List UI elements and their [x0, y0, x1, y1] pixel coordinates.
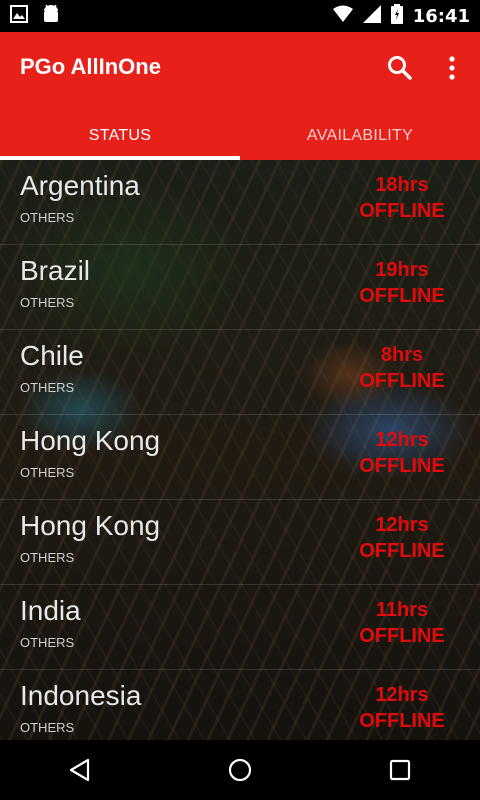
status-label: OFFLINE — [359, 285, 445, 307]
country-name: Brazil — [20, 255, 91, 286]
region-label: OTHERS — [20, 550, 75, 565]
back-icon[interactable] — [50, 740, 110, 800]
list-item[interactable]: Hong Kong OTHERS 12hrs OFFLINE — [0, 500, 480, 585]
search-icon[interactable] — [386, 54, 414, 82]
list-item[interactable]: Hong Kong OTHERS 12hrs OFFLINE — [0, 415, 480, 500]
server-list: Argentina OTHERS 18hrs OFFLINE Brazil OT… — [0, 160, 480, 740]
tab-bar: STATUS AVAILABILITY — [0, 112, 480, 160]
android-icon — [42, 4, 60, 29]
navigation-bar — [0, 740, 480, 800]
status-label: OFFLINE — [359, 455, 445, 477]
list-item[interactable]: Brazil OTHERS 19hrs OFFLINE — [0, 245, 480, 330]
list-item[interactable]: Argentina OTHERS 18hrs OFFLINE — [0, 160, 480, 245]
country-name: India — [20, 595, 81, 626]
region-label: OTHERS — [20, 380, 75, 395]
status-label: OFFLINE — [359, 370, 445, 392]
region-label: OTHERS — [20, 720, 75, 735]
tab-availability[interactable]: AVAILABILITY — [240, 112, 480, 160]
country-name: Hong Kong — [20, 510, 161, 541]
country-name: Hong Kong — [20, 425, 161, 456]
home-icon[interactable] — [210, 740, 270, 800]
region-label: OTHERS — [20, 635, 75, 650]
hours-label: 8hrs — [380, 344, 424, 366]
clock: 16:41 — [412, 5, 470, 27]
hours-label: 12hrs — [375, 514, 429, 536]
app-title: PGo AllInOne — [20, 54, 161, 79]
status-label: OFFLINE — [359, 200, 445, 222]
country-name: Indonesia — [20, 680, 142, 711]
list-item[interactable]: Chile OTHERS 8hrs OFFLINE — [0, 330, 480, 415]
country-name: Chile — [20, 340, 84, 371]
region-label: OTHERS — [20, 295, 75, 310]
more-options-icon[interactable] — [440, 54, 464, 82]
status-label: OFFLINE — [359, 710, 445, 732]
country-name: Argentina — [20, 170, 140, 201]
hours-label: 12hrs — [375, 429, 429, 451]
app-bar: PGo AllInOne STATUS AVAILABILITY — [0, 32, 480, 160]
wifi-icon — [332, 5, 353, 28]
battery-icon — [390, 3, 403, 29]
list-item[interactable]: Indonesia OTHERS 12hrs OFFLINE — [0, 670, 480, 740]
hours-label: 18hrs — [375, 174, 429, 196]
image-icon — [10, 4, 28, 28]
signal-icon — [362, 4, 381, 28]
status-label: OFFLINE — [359, 540, 445, 562]
status-bar: 16:41 — [0, 0, 480, 32]
hours-label: 19hrs — [375, 259, 429, 281]
region-label: OTHERS — [20, 465, 75, 480]
recents-icon[interactable] — [370, 740, 430, 800]
status-label: OFFLINE — [359, 625, 445, 647]
hours-label: 12hrs — [375, 684, 429, 706]
list-item[interactable]: India OTHERS 11hrs OFFLINE — [0, 585, 480, 670]
tab-status[interactable]: STATUS — [0, 112, 240, 160]
region-label: OTHERS — [20, 210, 75, 225]
hours-label: 11hrs — [375, 599, 429, 621]
